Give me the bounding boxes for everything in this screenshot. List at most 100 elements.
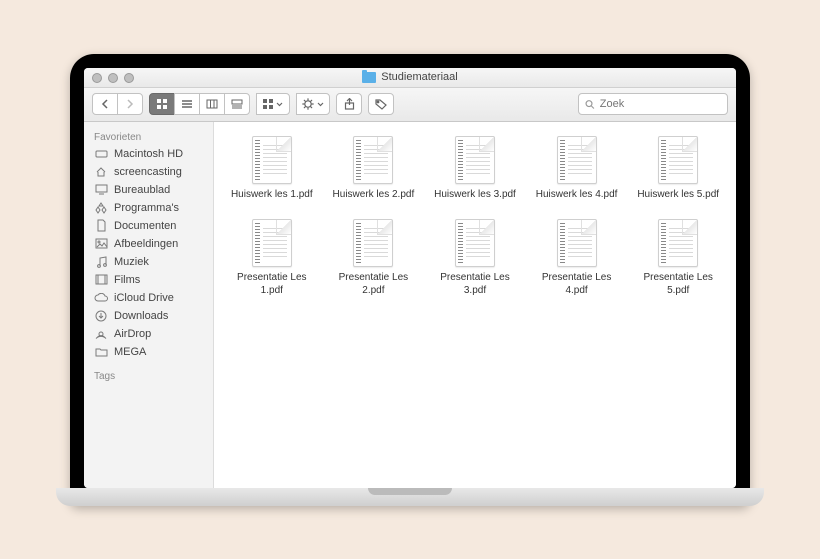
docs-icon — [94, 219, 108, 233]
window-title-text: Studiemateriaal — [381, 71, 457, 83]
file-item[interactable]: Presentatie Les 3.pdf — [427, 219, 523, 297]
sidebar-item-label: Macintosh HD — [114, 148, 183, 160]
icon-view-button[interactable] — [149, 93, 175, 115]
sidebar-item-downloads[interactable]: Downloads — [84, 307, 213, 325]
file-name: Huiswerk les 1.pdf — [231, 189, 313, 202]
file-item[interactable]: Huiswerk les 1.pdf — [224, 136, 320, 202]
sidebar-item-screencasting[interactable]: screencasting — [84, 163, 213, 181]
pdf-icon — [252, 136, 292, 184]
pdf-icon — [353, 219, 393, 267]
desktop-icon — [94, 183, 108, 197]
sidebar-item-afbeeldingen[interactable]: Afbeeldingen — [84, 235, 213, 253]
content-area: Huiswerk les 1.pdf Huiswerk les 2.pdf Huis… — [214, 122, 736, 488]
sidebar-heading-favorites: Favorieten — [84, 128, 213, 145]
sidebar-item-muziek[interactable]: Muziek — [84, 253, 213, 271]
sidebar: Favorieten Macintosh HD screencasting Bu… — [84, 122, 214, 488]
laptop-frame: Studiemateriaal — [70, 54, 750, 506]
pdf-icon — [455, 136, 495, 184]
sidebar-item-label: iCloud Drive — [114, 292, 174, 304]
sidebar-item-label: MEGA — [114, 346, 146, 358]
back-button[interactable] — [92, 93, 118, 115]
folder-icon — [362, 72, 376, 83]
view-buttons — [149, 93, 250, 115]
pdf-icon — [455, 219, 495, 267]
sidebar-item-airdrop[interactable]: AirDrop — [84, 325, 213, 343]
sidebar-item-programmas[interactable]: Programma's — [84, 199, 213, 217]
file-name: Presentatie Les 4.pdf — [532, 272, 622, 297]
house-icon — [94, 165, 108, 179]
file-item[interactable]: Presentatie Les 2.pdf — [326, 219, 422, 297]
music-icon — [94, 255, 108, 269]
pdf-icon — [658, 219, 698, 267]
file-item[interactable]: Huiswerk les 4.pdf — [529, 136, 625, 202]
close-window-button[interactable] — [92, 73, 102, 83]
zoom-window-button[interactable] — [124, 73, 134, 83]
sidebar-item-label: AirDrop — [114, 328, 151, 340]
images-icon — [94, 237, 108, 251]
file-name: Huiswerk les 4.pdf — [536, 189, 618, 202]
file-grid: Huiswerk les 1.pdf Huiswerk les 2.pdf Huis… — [224, 136, 726, 298]
sidebar-item-label: Documenten — [114, 220, 176, 232]
sidebar-item-label: Programma's — [114, 202, 179, 214]
search-icon — [585, 99, 595, 110]
file-item[interactable]: Huiswerk les 2.pdf — [326, 136, 422, 202]
coverflow-view-button[interactable] — [224, 93, 250, 115]
sidebar-item-mega[interactable]: MEGA — [84, 343, 213, 361]
films-icon — [94, 273, 108, 287]
sidebar-item-films[interactable]: Films — [84, 271, 213, 289]
drive-icon — [94, 147, 108, 161]
file-name: Huiswerk les 3.pdf — [434, 189, 516, 202]
sidebar-heading-tags: Tags — [84, 367, 213, 384]
folder-icon — [94, 345, 108, 359]
forward-button[interactable] — [117, 93, 143, 115]
pdf-icon — [557, 219, 597, 267]
laptop-base — [56, 488, 764, 506]
arrange-button[interactable] — [256, 93, 290, 115]
sidebar-item-icloud[interactable]: iCloud Drive — [84, 289, 213, 307]
list-view-button[interactable] — [174, 93, 200, 115]
sidebar-item-bureaublad[interactable]: Bureaublad — [84, 181, 213, 199]
pdf-icon — [252, 219, 292, 267]
sidebar-item-label: Films — [114, 274, 140, 286]
pdf-icon — [353, 136, 393, 184]
sidebar-item-label: Afbeeldingen — [114, 238, 178, 250]
apps-icon — [94, 201, 108, 215]
file-name: Huiswerk les 2.pdf — [333, 189, 415, 202]
window-title: Studiemateriaal — [362, 71, 457, 83]
downloads-icon — [94, 309, 108, 323]
arrange-group — [256, 93, 290, 115]
file-item[interactable]: Presentatie Les 4.pdf — [529, 219, 625, 297]
traffic-lights — [92, 73, 134, 83]
file-item[interactable]: Presentatie Les 5.pdf — [630, 219, 726, 297]
screen: Studiemateriaal — [84, 68, 736, 488]
share-button[interactable] — [336, 93, 362, 115]
pdf-icon — [658, 136, 698, 184]
file-name: Huiswerk les 5.pdf — [637, 189, 719, 202]
file-name: Presentatie Les 5.pdf — [633, 272, 723, 297]
tags-button[interactable] — [368, 93, 394, 115]
sidebar-item-documenten[interactable]: Documenten — [84, 217, 213, 235]
action-button[interactable] — [296, 93, 330, 115]
nav-buttons — [92, 93, 143, 115]
action-group — [296, 93, 330, 115]
sidebar-item-label: screencasting — [114, 166, 182, 178]
sidebar-item-label: Muziek — [114, 256, 149, 268]
minimize-window-button[interactable] — [108, 73, 118, 83]
file-name: Presentatie Les 3.pdf — [430, 272, 520, 297]
search-input[interactable] — [600, 98, 721, 110]
airdrop-icon — [94, 327, 108, 341]
titlebar: Studiemateriaal — [84, 68, 736, 88]
file-name: Presentatie Les 1.pdf — [227, 272, 317, 297]
file-item[interactable]: Huiswerk les 3.pdf — [427, 136, 523, 202]
file-item[interactable]: Presentatie Les 1.pdf — [224, 219, 320, 297]
column-view-button[interactable] — [199, 93, 225, 115]
pdf-icon — [557, 136, 597, 184]
cloud-icon — [94, 291, 108, 305]
sidebar-item-label: Bureaublad — [114, 184, 170, 196]
file-item[interactable]: Huiswerk les 5.pdf — [630, 136, 726, 202]
sidebar-item-macintosh-hd[interactable]: Macintosh HD — [84, 145, 213, 163]
toolbar — [84, 88, 736, 122]
sidebar-item-label: Downloads — [114, 310, 168, 322]
search-field[interactable] — [578, 93, 728, 115]
file-name: Presentatie Les 2.pdf — [328, 272, 418, 297]
